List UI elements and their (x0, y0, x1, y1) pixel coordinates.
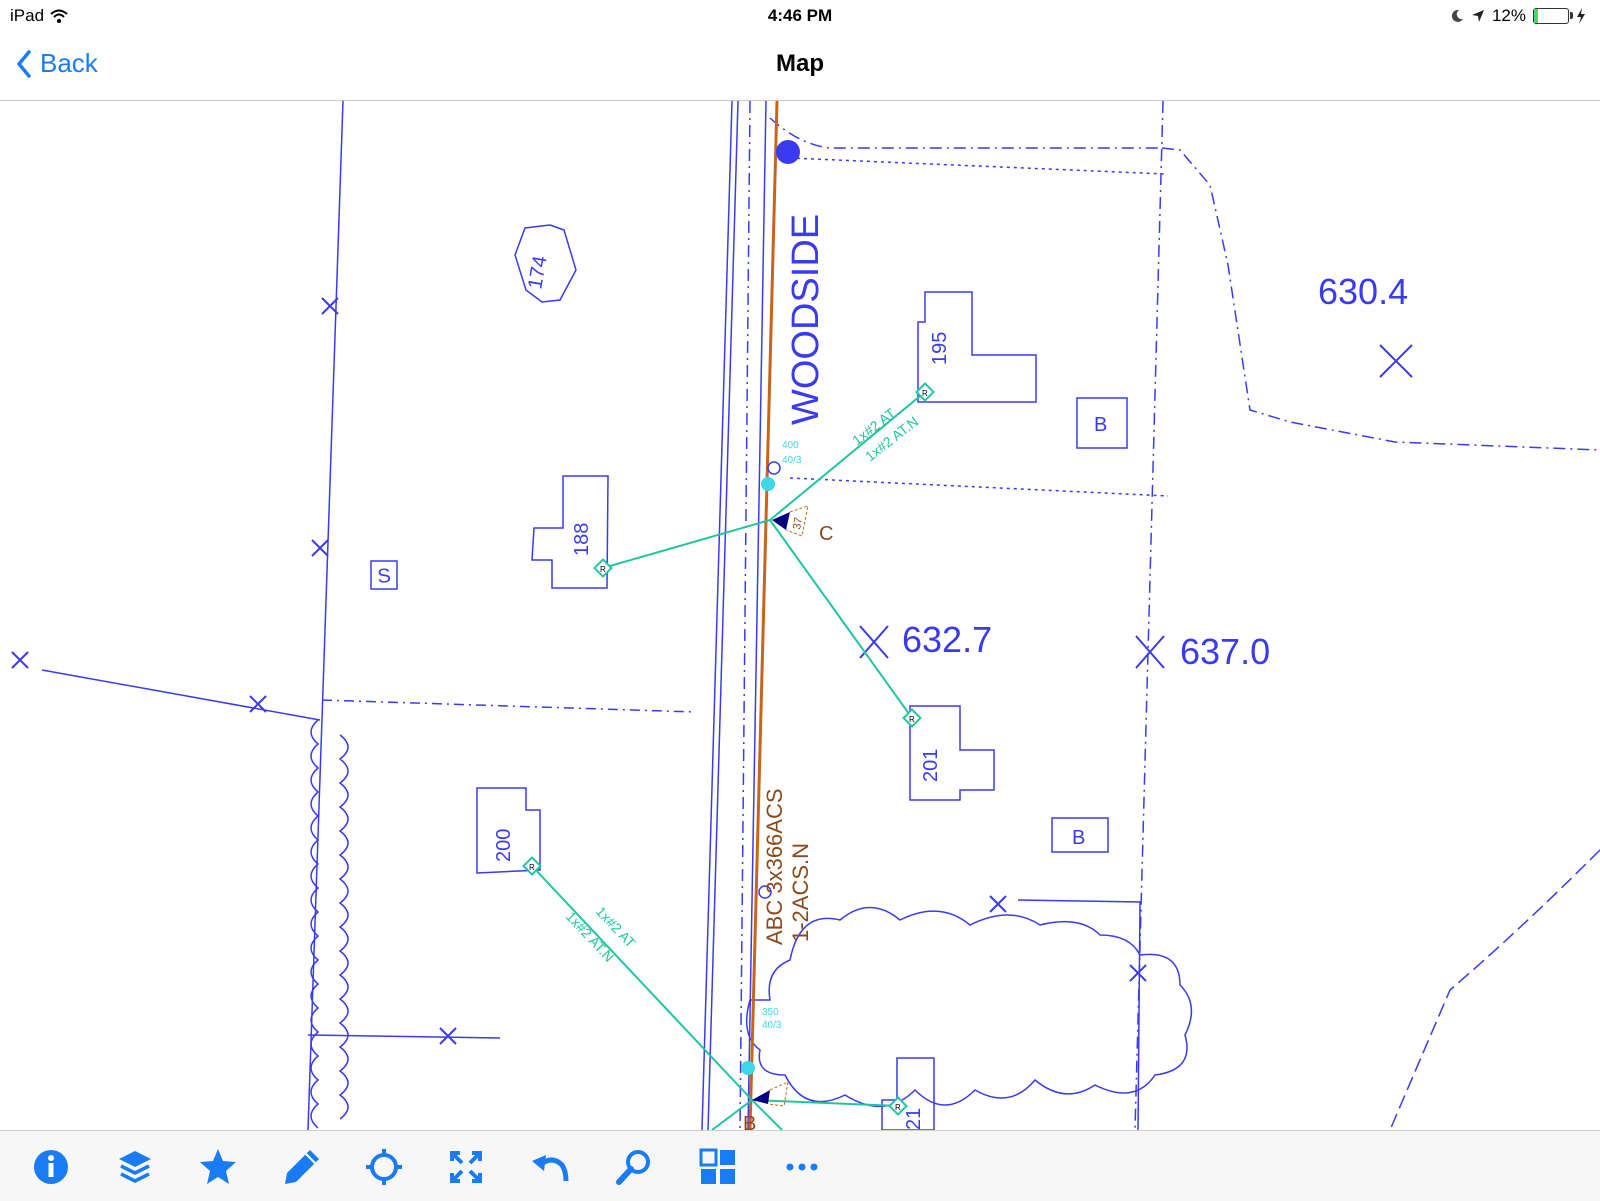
meter-markers: R R R R R (522, 382, 935, 1116)
edit-button[interactable] (282, 1147, 322, 1187)
layers-icon (119, 1151, 151, 1183)
house-number-label: 200 (493, 829, 515, 862)
pole-label: C (819, 523, 833, 545)
parcel-line (321, 699, 696, 713)
building-label: B (1072, 827, 1085, 849)
map-canvas[interactable]: R R R R R WOODSIDE 174 195 188 201 200 2… (0, 101, 1600, 1130)
road-centerline (739, 101, 751, 1130)
transformer-tag-box (767, 1081, 789, 1107)
status-right: 12% (1450, 6, 1586, 26)
map-view[interactable]: R R R R R WOODSIDE 174 195 188 201 200 2… (0, 101, 1600, 1130)
conductor-label: ABC 3x366ACS (762, 788, 787, 945)
search-icon (616, 1150, 650, 1185)
fence-line (307, 101, 344, 1130)
svg-text:R: R (895, 1103, 901, 1112)
bottom-toolbar (0, 1130, 1600, 1201)
parcel-line (769, 117, 1162, 149)
pole-marker[interactable] (761, 477, 775, 491)
equipment-label: 40/3 (782, 455, 802, 466)
elevation-label: 632.7 (902, 619, 992, 660)
pole-label: B (743, 1113, 756, 1130)
street-name-label: WOODSIDE (785, 214, 827, 425)
pole-marker[interactable] (741, 1061, 755, 1075)
info-button[interactable] (31, 1147, 71, 1187)
svg-text:R: R (922, 389, 928, 398)
pencil-icon (285, 1150, 319, 1184)
navigation-bar: Back Map (0, 32, 1600, 101)
battery-percent: 12% (1491, 6, 1526, 25)
svg-text:R: R (529, 863, 535, 872)
full-extent-button[interactable] (446, 1147, 486, 1187)
favorites-button[interactable] (198, 1147, 238, 1187)
parcel-line (789, 157, 1166, 175)
star-icon (200, 1149, 236, 1184)
undo-button[interactable] (530, 1147, 570, 1187)
battery-icon (1533, 8, 1573, 24)
parcel-line (789, 477, 1169, 497)
service-drop-line (751, 1099, 783, 1130)
building-label: B (1094, 414, 1107, 436)
equipment-label: 400 (782, 440, 799, 451)
service-drop-line (531, 865, 753, 1101)
layers-button[interactable] (115, 1147, 155, 1187)
tree-canopy (745, 906, 1193, 1107)
hedge-line (338, 734, 349, 1120)
more-button[interactable] (782, 1147, 822, 1187)
basemap-button[interactable] (698, 1147, 738, 1187)
equipment-label: 40/3 (762, 1020, 782, 1031)
house-number-label: 188 (571, 523, 593, 556)
parcel-line (1017, 899, 1141, 1130)
basemap-grid-icon (699, 1148, 735, 1184)
search-button[interactable] (614, 1147, 654, 1187)
more-icon (786, 1163, 818, 1171)
pole-marker[interactable] (767, 461, 781, 475)
house-number-label: 201 (920, 749, 942, 782)
undo-icon (532, 1155, 569, 1182)
road-edge-line (707, 101, 739, 1130)
service-drop-line (769, 519, 913, 719)
moon-icon (1451, 9, 1463, 22)
contour-line (1389, 849, 1600, 1130)
charging-bolt-icon (1577, 8, 1585, 24)
fence-line (41, 669, 321, 721)
status-bar: iPad 4:46 PM 12% (0, 0, 1600, 32)
page-title: Map (776, 50, 824, 77)
elevation-label: 637.0 (1180, 631, 1270, 672)
fit-extent-icon (450, 1151, 482, 1183)
house-number-label: 195 (929, 332, 951, 365)
fence-line (307, 1034, 501, 1039)
info-icon (34, 1150, 68, 1184)
road-edge-line (701, 101, 733, 1130)
locate-button[interactable] (364, 1147, 404, 1187)
svg-text:R: R (600, 565, 606, 574)
locate-icon (366, 1149, 402, 1185)
location-arrow-icon (1471, 10, 1484, 22)
status-time: 4:46 PM (767, 6, 833, 25)
pole-marker[interactable] (776, 140, 800, 164)
equipment-label: 350 (762, 1007, 779, 1018)
svg-text:R: R (909, 715, 915, 724)
house-number-label: 174 (524, 254, 551, 291)
elevation-label: 630.4 (1318, 271, 1408, 312)
building-label: S (377, 565, 392, 588)
house-number-label: 21 (903, 1108, 925, 1130)
conductor-label: 1-2ACS.N (788, 843, 813, 942)
transformer-tag-label: 37 (791, 516, 805, 530)
